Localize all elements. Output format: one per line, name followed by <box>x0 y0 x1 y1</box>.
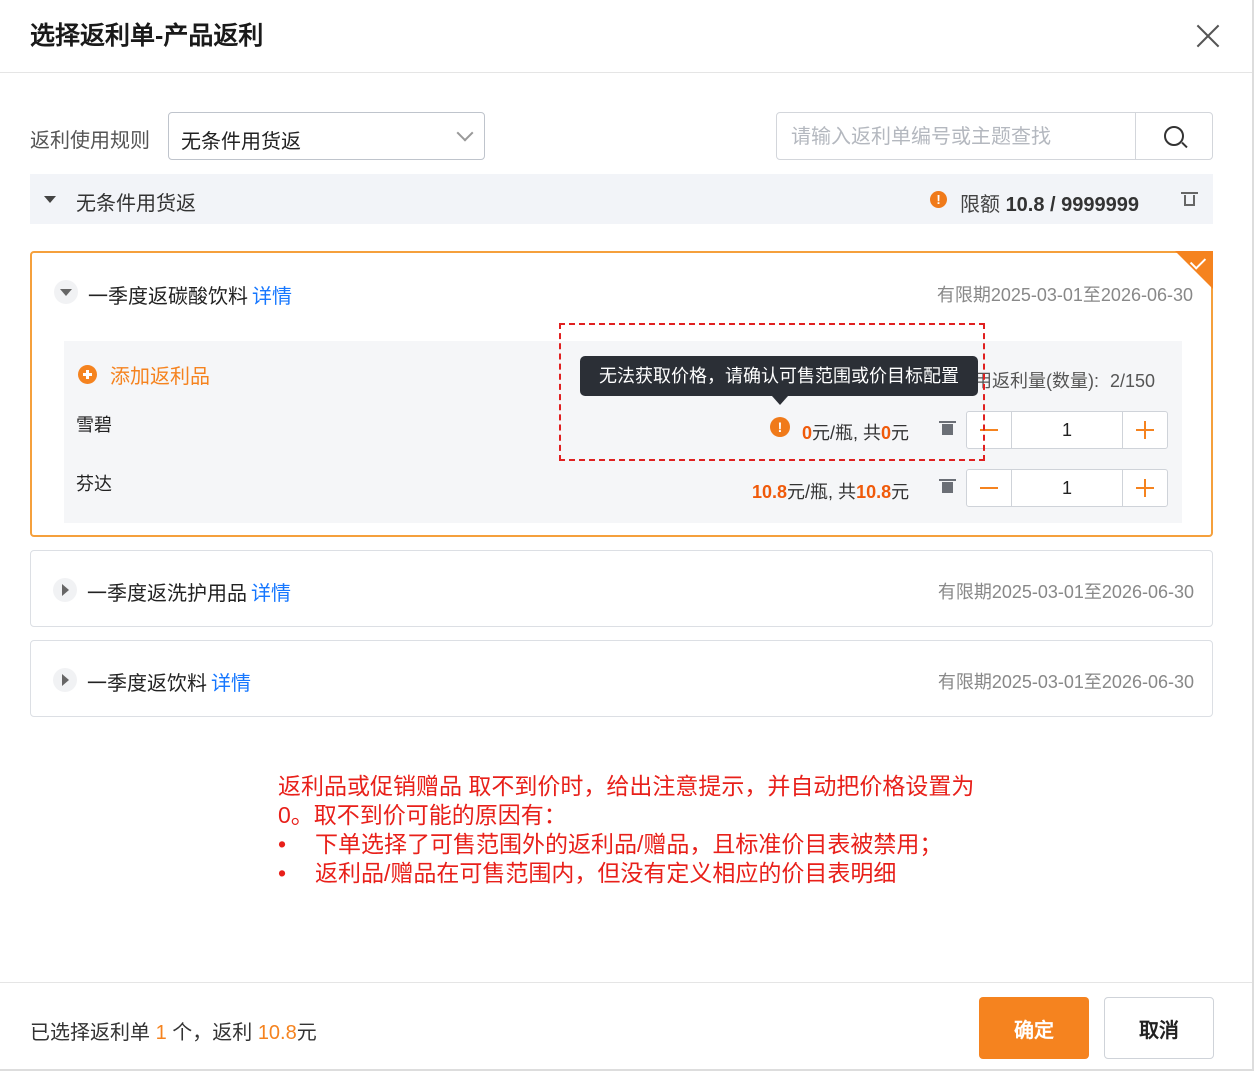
product-price: 10.8元/瓶, 共10.8元 <box>752 478 909 504</box>
card-name: 一季度返洗护用品 <box>87 583 247 605</box>
rebate-card-2[interactable]: 一季度返洗护用品 详情 有限期2025-03-01至2026-06-30 <box>30 550 1213 627</box>
rebate-amount: 10.8 <box>257 1022 297 1044</box>
summary-suffix: 元 <box>296 1022 317 1044</box>
product-name: 雪碧 <box>76 415 112 435</box>
chevron-down-icon <box>456 124 474 142</box>
quota-value: 10.8 / 9999999 <box>1005 194 1140 216</box>
annotation-bullet: 下单选择了可售范围外的返利品/赠品，且标准价目表被禁用； <box>278 830 978 859</box>
usage-label: 用返利量(数量): <box>974 371 1099 391</box>
add-rebate-product-link[interactable]: 添加返利品 <box>110 360 210 389</box>
card-period: 有限期2025-03-01至2026-06-30 <box>936 285 1193 305</box>
increase-button[interactable] <box>1122 470 1167 506</box>
add-circle-icon[interactable] <box>78 365 97 384</box>
annotation-line: 返利品或促销赠品 取不到价时，给出注意提示，并自动把价格设置为0。取不到价可能的… <box>278 773 975 828</box>
annotation-note: 返利品或促销赠品 取不到价时，给出注意提示，并自动把价格设置为0。取不到价可能的… <box>278 772 978 888</box>
card-period: 有限期2025-03-01至2026-06-30 <box>937 672 1194 692</box>
confirm-button[interactable]: 确定 <box>979 997 1089 1059</box>
selected-count: 1 <box>155 1022 167 1044</box>
group-name: 无条件用货返 <box>76 193 196 215</box>
quantity-stepper: 1 <box>966 411 1168 449</box>
quantity-value[interactable]: 1 <box>1011 420 1123 441</box>
warning-icon: ! <box>930 191 947 208</box>
search-icon <box>1164 126 1184 146</box>
dialog-footer: 已选择返利单 1 个，返利 10.8元 确定 取消 <box>0 982 1252 1072</box>
increase-button[interactable] <box>1122 412 1167 448</box>
quantity-stepper: 1 <box>966 469 1168 507</box>
card-title: 一季度返饮料 详情 <box>87 667 251 696</box>
rule-select[interactable]: 无条件用货返 <box>168 112 485 160</box>
search-button[interactable] <box>1135 113 1214 159</box>
search-input[interactable] <box>789 121 1133 153</box>
usage-info: 用返利量(数量): 2/150 <box>974 367 1155 393</box>
search-box <box>776 112 1213 160</box>
detail-link[interactable]: 详情 <box>211 673 251 695</box>
expand-caret-icon[interactable] <box>53 578 77 602</box>
quota-label: 限额 <box>960 194 1000 216</box>
price-warning-tooltip: 无法获取价格，请确认可售范围或价目标配置 <box>580 356 978 405</box>
unit-price: 10.8 <box>752 482 788 502</box>
rebate-card-3[interactable]: 一季度返饮料 详情 有限期2025-03-01至2026-06-30 <box>30 640 1213 717</box>
card-name: 一季度返饮料 <box>87 673 207 695</box>
detail-link[interactable]: 详情 <box>252 286 292 308</box>
decrease-button[interactable] <box>967 470 1012 506</box>
detail-link[interactable]: 详情 <box>251 583 291 605</box>
dialog-header: 选择返利单-产品返利 <box>0 0 1252 73</box>
total-unit: 元 <box>891 482 910 502</box>
rule-select-value: 无条件用货返 <box>181 131 301 153</box>
close-icon[interactable] <box>1190 18 1226 54</box>
rebate-select-dialog: 选择返利单-产品返利 返利使用规则 无条件用货返 无条件用货返 ! 限额 10.… <box>0 0 1254 1071</box>
usage-value: 2/150 <box>1110 371 1156 391</box>
summary-prefix: 已选择返利单 <box>30 1022 150 1044</box>
collapse-caret-icon[interactable] <box>54 280 78 304</box>
expand-caret-icon[interactable] <box>53 668 77 692</box>
price-unit: 元/瓶, 共 <box>787 482 857 502</box>
dialog-title: 选择返利单-产品返利 <box>30 22 264 50</box>
quantity-value[interactable]: 1 <box>1011 478 1123 499</box>
annotation-bullet: 返利品/赠品在可售范围内，但没有定义相应的价目表明细 <box>278 859 978 888</box>
rule-label: 返利使用规则 <box>30 130 150 152</box>
product-name: 芬达 <box>76 474 112 494</box>
card-period: 有限期2025-03-01至2026-06-30 <box>937 582 1194 602</box>
card-title: 一季度返洗护用品 详情 <box>87 577 291 606</box>
cancel-button[interactable]: 取消 <box>1104 997 1214 1059</box>
quota-info: 限额 10.8 / 9999999 <box>960 188 1139 217</box>
total-price: 10.8 <box>856 482 892 502</box>
delete-icon[interactable] <box>1181 192 1198 206</box>
card-title: 一季度返碳酸饮料 详情 <box>88 280 292 309</box>
selection-summary: 已选择返利单 1 个，返利 10.8元 <box>30 1016 317 1045</box>
delete-product-icon[interactable] <box>939 479 956 493</box>
card-name: 一季度返碳酸饮料 <box>88 286 248 308</box>
caret-down-icon[interactable] <box>44 196 56 203</box>
summary-mid: 个，返利 <box>172 1022 253 1044</box>
rebate-group-bar[interactable]: 无条件用货返 ! 限额 10.8 / 9999999 <box>30 174 1213 224</box>
